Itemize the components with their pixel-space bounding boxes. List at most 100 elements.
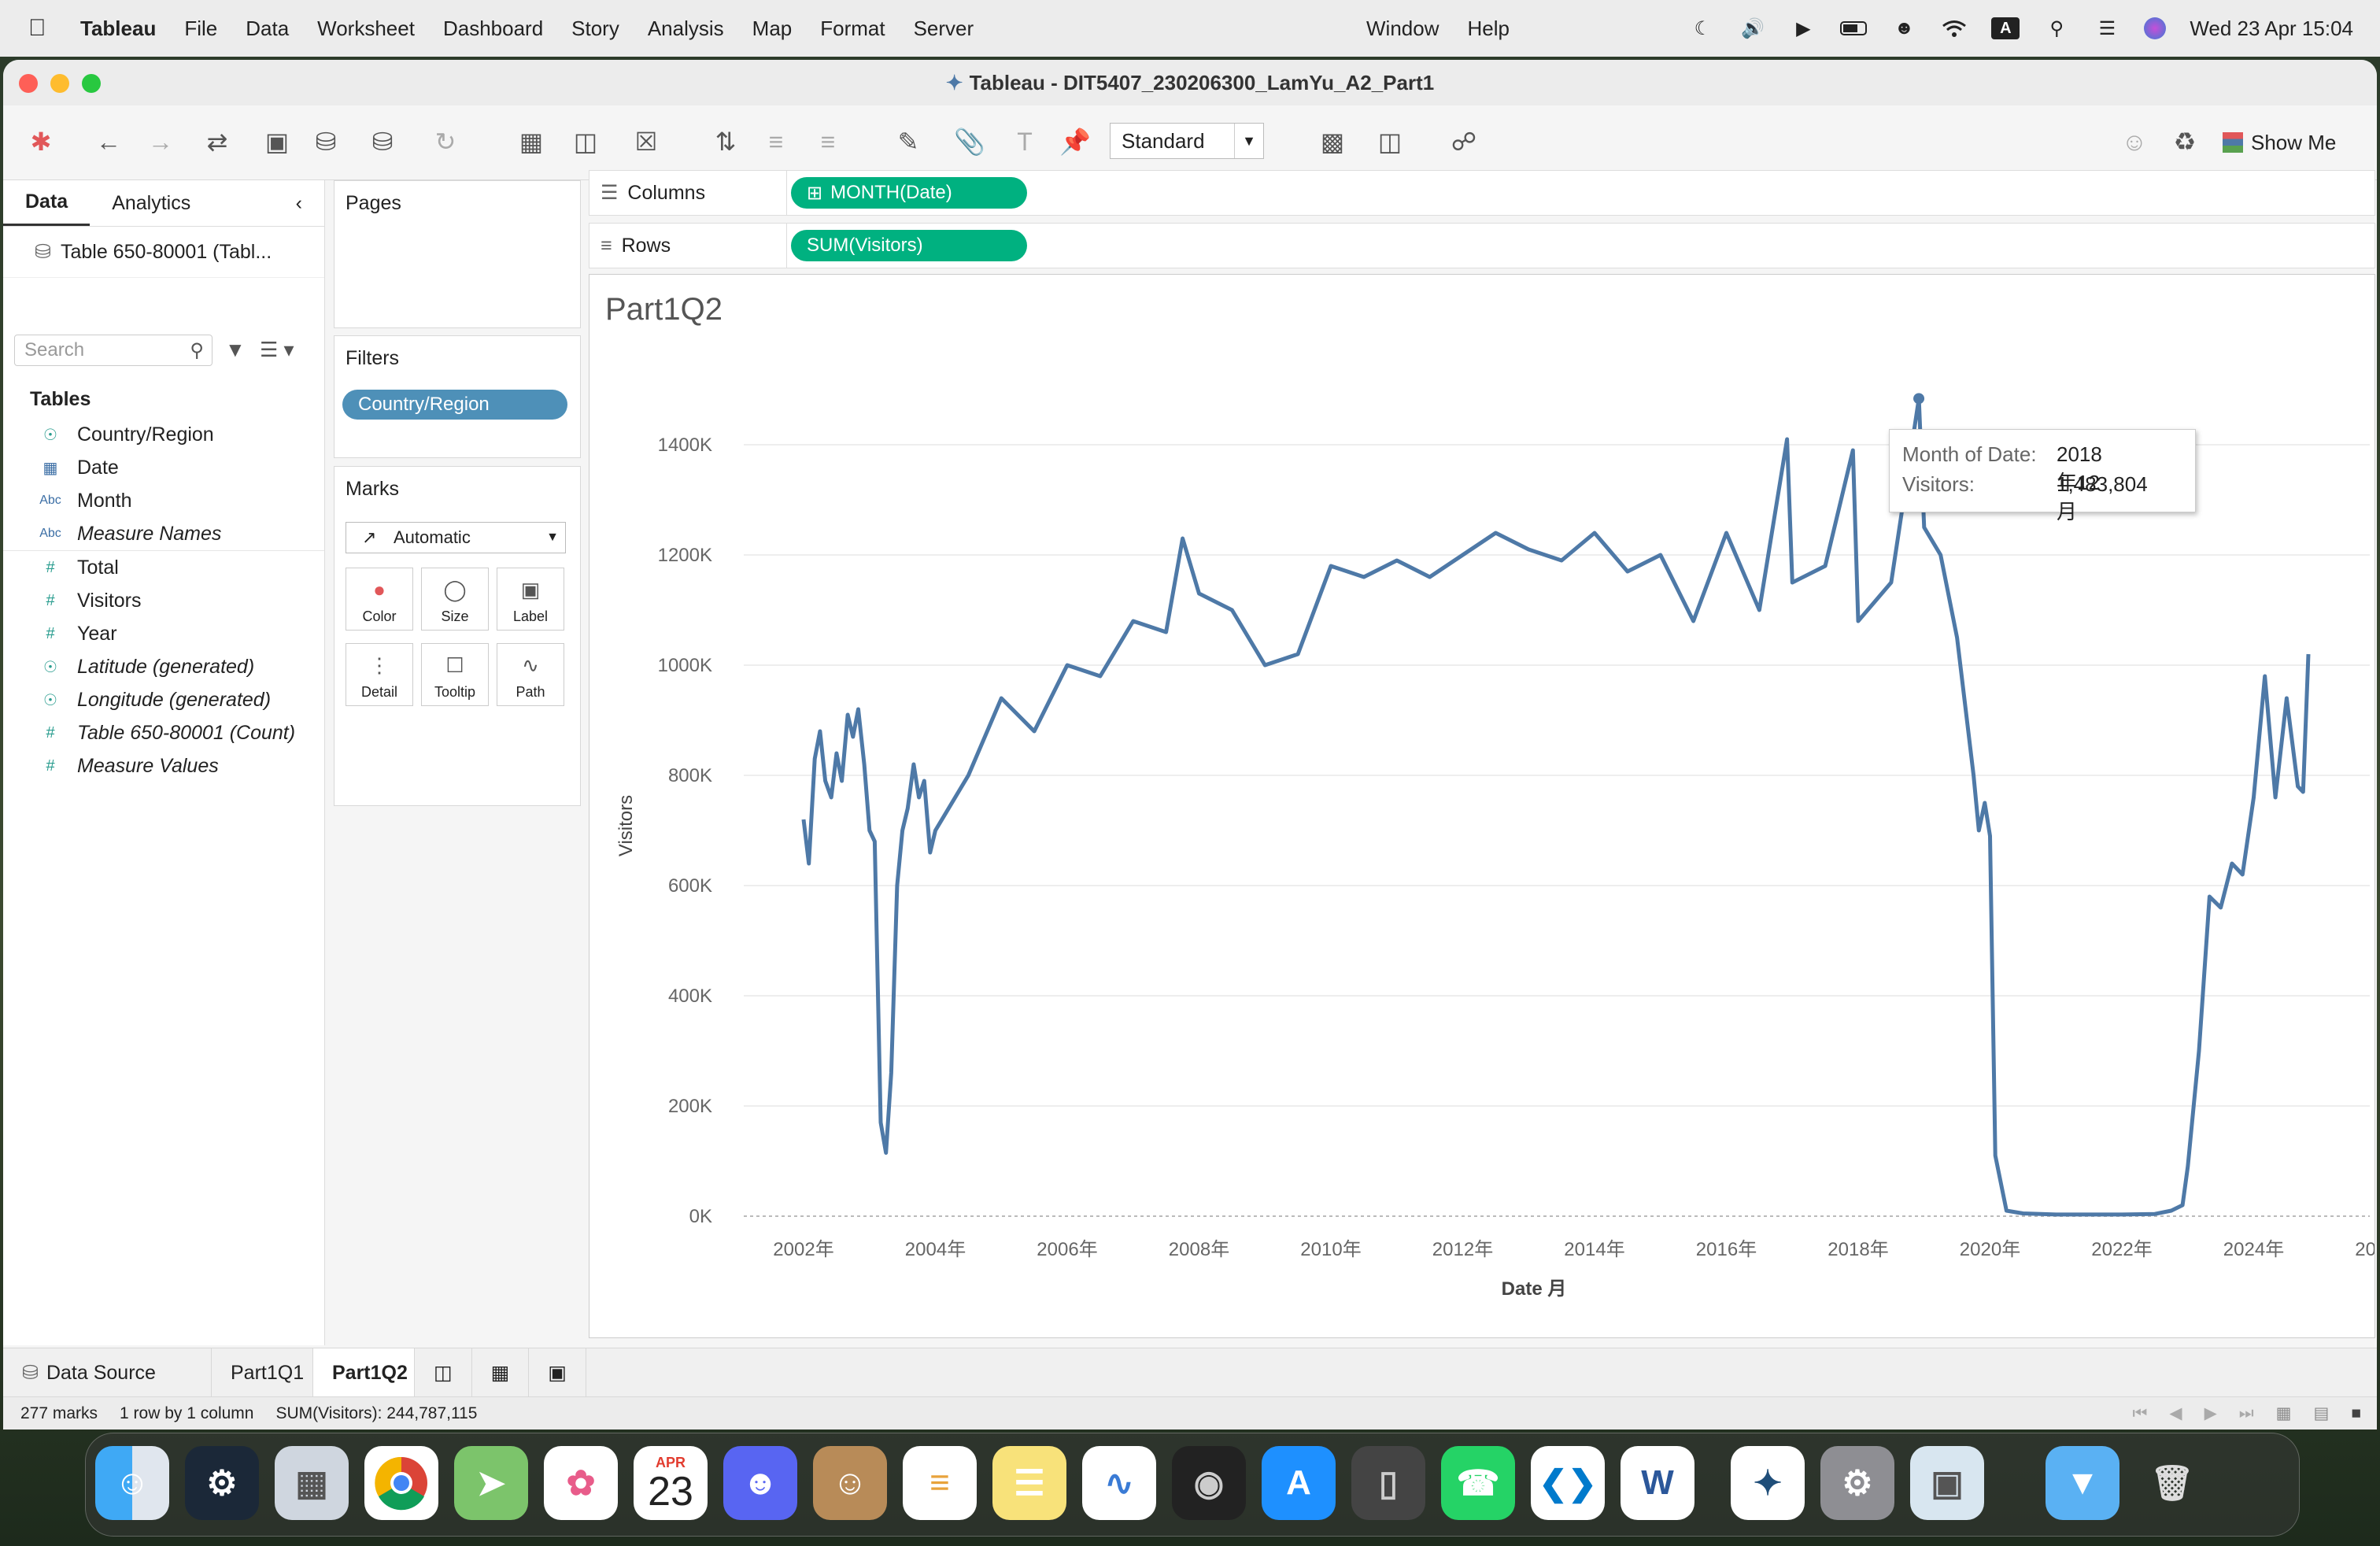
new-worksheet-icon[interactable]: ▦ <box>504 121 559 162</box>
control-center-icon[interactable]: ☰ <box>2094 15 2120 42</box>
dock-preview-icon[interactable]: ▣ <box>1910 1446 1984 1520</box>
field-year[interactable]: # Year <box>3 617 324 650</box>
tab-analytics[interactable]: Analytics <box>90 180 213 226</box>
play-icon[interactable]: ▶ <box>1790 15 1816 42</box>
marks-detail-button[interactable]: ⋮ Detail <box>346 643 413 706</box>
nav-first-icon[interactable]: ⏮ <box>2133 1404 2148 1423</box>
field-date[interactable]: ▦ Date <box>3 451 324 484</box>
field-total[interactable]: # Total <box>3 550 324 584</box>
pin-icon[interactable]: 📌 <box>1058 121 1092 162</box>
dock-maps-icon[interactable]: ➤ <box>454 1446 528 1520</box>
wifi-icon[interactable] <box>1941 15 1968 42</box>
dock-word-icon[interactable]: W <box>1621 1446 1694 1520</box>
menu-server[interactable]: Server <box>914 17 974 41</box>
menu-data[interactable]: Data <box>246 17 289 41</box>
swap-rows-columns-icon[interactable]: ⇅ <box>708 121 743 162</box>
sheet-sorter-icon[interactable]: ▦ <box>2276 1404 2292 1423</box>
datasource-row[interactable]: ⛁ Table 650-80001 (Tabl... <box>3 227 324 278</box>
view-options-icon[interactable]: ☰ ▾ <box>260 338 294 362</box>
rows-pill-sum-visitors[interactable]: SUM(Visitors) <box>791 230 1027 261</box>
dock-trash-icon[interactable]: 🗑 <box>2135 1446 2209 1520</box>
dock-chrome-icon[interactable] <box>364 1446 438 1520</box>
pages-card[interactable]: Pages <box>334 180 581 328</box>
marks-label-button[interactable]: ▣ Label <box>497 568 564 631</box>
pause-updates-icon[interactable]: ⛁ <box>357 121 408 162</box>
tab-part1q1[interactable]: Part1Q1 <box>212 1348 313 1397</box>
dock-freeform-icon[interactable]: ∿ <box>1082 1446 1156 1520</box>
dock-app-store-icon[interactable]: A <box>1262 1446 1336 1520</box>
field-month[interactable]: Abc Month <box>3 484 324 517</box>
rows-shelf[interactable]: ≡ Rows SUM(Visitors) <box>589 223 2375 268</box>
nav-prev-icon[interactable]: ◀ <box>2169 1404 2182 1423</box>
input-source-icon[interactable]: A <box>1991 17 2020 39</box>
close-window-button[interactable] <box>19 74 38 93</box>
filmstrip-icon[interactable]: ▤ <box>2313 1404 2329 1423</box>
nav-last-icon[interactable]: ⏭ <box>2239 1404 2254 1423</box>
dock-photos-icon[interactable]: ✿ <box>544 1446 618 1520</box>
dock-finder-icon[interactable]: ☺ <box>95 1446 169 1520</box>
dock-calendar-icon[interactable]: APR 23 <box>634 1446 708 1520</box>
filter-pill-country-region[interactable]: Country/Region <box>342 390 567 420</box>
marks-tooltip-button[interactable]: ☐ Tooltip <box>421 643 489 706</box>
nav-next-icon[interactable]: ▶ <box>2204 1404 2217 1423</box>
save-icon[interactable]: ▣ <box>260 121 294 162</box>
show-labels-icon[interactable]: T <box>1007 121 1042 162</box>
field-latitude[interactable]: ☉ Latitude (generated) <box>3 650 324 683</box>
dock-downloads-folder-icon[interactable]: ▼ <box>2046 1446 2119 1520</box>
new-dashboard-tab-icon[interactable]: ▦ <box>472 1348 530 1397</box>
show-cards-icon[interactable]: ▩ <box>1306 121 1358 162</box>
field-count[interactable]: # Table 650-80001 (Count) <box>3 716 324 749</box>
apple-menu-icon[interactable]:  <box>28 15 57 42</box>
filters-card[interactable]: Filters Country/Region <box>334 335 581 458</box>
duplicate-sheet-icon[interactable]: ◫ <box>568 121 603 162</box>
assistant-icon[interactable]: ☺ <box>2117 121 2152 162</box>
show-me-button[interactable]: Show Me <box>2223 124 2336 161</box>
share-icon[interactable]: ☍ <box>1447 121 1481 162</box>
menu-help[interactable]: Help <box>1467 17 1509 41</box>
mark-type-select[interactable]: ↗ Automatic ▼ <box>346 522 566 553</box>
dock-whatsapp-icon[interactable]: ☎ <box>1441 1446 1515 1520</box>
dock-steam-icon[interactable]: ⚙ <box>185 1446 259 1520</box>
tableau-logo-icon[interactable]: ✱ <box>24 121 58 162</box>
tabs-view-icon[interactable]: ■ <box>2351 1404 2361 1423</box>
field-visitors[interactable]: # Visitors <box>3 584 324 617</box>
marks-color-button[interactable]: ● Color <box>346 568 413 631</box>
dock-system-settings-icon[interactable]: ⚙ <box>1820 1446 1894 1520</box>
minimize-window-button[interactable] <box>50 74 69 93</box>
field-measure-values[interactable]: # Measure Values <box>3 749 324 782</box>
sort-ascending-icon[interactable]: ≡ <box>759 121 793 162</box>
format-painter-icon[interactable]: ♻ <box>2168 121 2202 162</box>
marks-size-button[interactable]: ◯ Size <box>421 568 489 631</box>
marks-path-button[interactable]: ∿ Path <box>497 643 564 706</box>
new-datasource-icon[interactable]: ⛁ <box>309 121 343 162</box>
redo-icon[interactable]: → <box>143 121 178 162</box>
dock-iphone-mirroring-icon[interactable]: ▯ <box>1351 1446 1425 1520</box>
field-measure-names[interactable]: Abc Measure Names <box>3 517 324 550</box>
menu-map[interactable]: Map <box>752 17 793 41</box>
new-worksheet-tab-icon[interactable]: ◫ <box>415 1348 472 1397</box>
group-icon[interactable]: 📎 <box>944 121 995 162</box>
spotlight-icon[interactable]: ⚲ <box>2043 15 2070 42</box>
menu-story[interactable]: Story <box>571 17 619 41</box>
sort-descending-icon[interactable]: ≡ <box>811 121 845 162</box>
dock-discord-icon[interactable]: ☻ <box>723 1446 797 1520</box>
dock-contacts-icon[interactable]: ☺ <box>813 1446 887 1520</box>
clear-sheet-icon[interactable]: ☒ <box>619 121 674 162</box>
zoom-window-button[interactable] <box>82 74 101 93</box>
menu-format[interactable]: Format <box>820 17 885 41</box>
dock-reminders-icon[interactable]: ≡ <box>903 1446 977 1520</box>
dock-logic-icon[interactable]: ◉ <box>1172 1446 1246 1520</box>
columns-pill-month-date[interactable]: ⊞ MONTH(Date) <box>791 177 1027 209</box>
menu-worksheet[interactable]: Worksheet <box>317 17 415 41</box>
columns-shelf[interactable]: ☰ Columns ⊞ MONTH(Date) <box>589 170 2375 216</box>
field-country-region[interactable]: ☉ Country/Region <box>3 418 324 451</box>
refresh-icon[interactable]: ↻ <box>420 121 471 162</box>
volume-icon[interactable]: 🔊 <box>1739 15 1766 42</box>
menu-dashboard[interactable]: Dashboard <box>443 17 543 41</box>
search-input[interactable]: Search ⚲ <box>14 335 213 366</box>
viz-area[interactable]: Part1Q2 0K 200K 400K 600K 800K 1000K 1200K 1400… <box>589 274 2375 1338</box>
tab-data[interactable]: Data <box>3 180 91 226</box>
undo-icon[interactable]: ← <box>91 121 126 162</box>
presentation-mode-icon[interactable]: ◫ <box>1373 121 1407 162</box>
dock-launchpad-icon[interactable]: ▦ <box>275 1446 349 1520</box>
